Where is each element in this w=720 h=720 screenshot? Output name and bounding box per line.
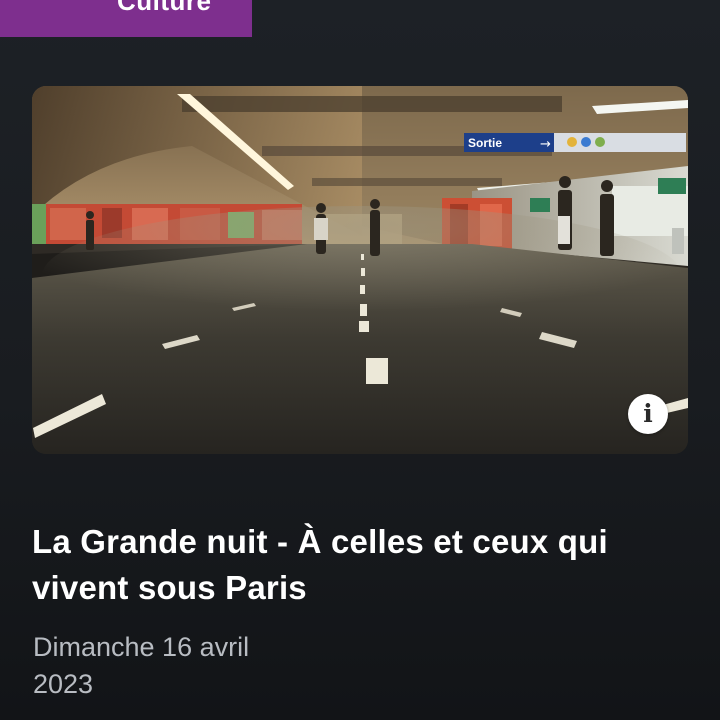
exit-sign-label: Sortie <box>468 136 502 150</box>
info-button[interactable]: i <box>628 394 668 434</box>
article-date: Dimanche 16 avril 2023 <box>33 632 250 699</box>
svg-text:→: → <box>540 137 551 152</box>
metro-station-photo: Sortie → <box>32 86 688 454</box>
category-tag[interactable]: Culture <box>0 0 252 37</box>
article-title[interactable]: La Grande nuit - À celles et ceux qui vi… <box>32 519 692 611</box>
info-icon: i <box>643 399 653 428</box>
category-label: Culture <box>117 0 212 16</box>
article-image[interactable]: Sortie → <box>32 86 688 454</box>
